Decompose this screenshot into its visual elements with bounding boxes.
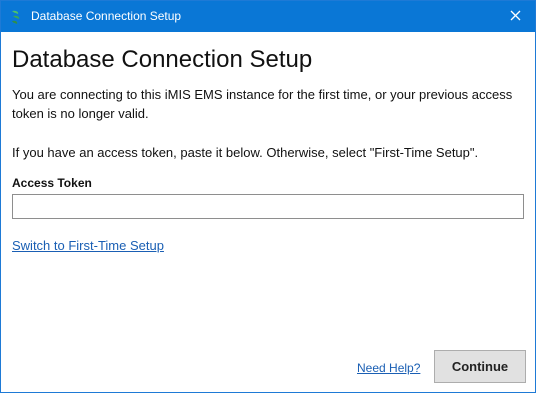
description-text: You are connecting to this iMIS EMS inst…: [12, 87, 513, 121]
close-button[interactable]: [495, 1, 535, 32]
access-token-input[interactable]: [12, 194, 524, 219]
app-leaf-icon: [9, 9, 23, 25]
need-help-link[interactable]: Need Help?: [357, 360, 420, 376]
switch-to-first-time-setup-link[interactable]: Switch to First-Time Setup: [12, 238, 164, 254]
continue-button[interactable]: Continue: [434, 350, 526, 383]
title-bar[interactable]: Database Connection Setup: [1, 1, 535, 32]
dialog-window: Database Connection Setup Database Conne…: [0, 0, 536, 393]
instruction-text: If you have an access token, paste it be…: [12, 145, 479, 160]
access-token-label: Access Token: [12, 176, 92, 190]
window-title: Database Connection Setup: [31, 9, 182, 23]
page-title: Database Connection Setup: [12, 46, 313, 73]
close-icon: [510, 8, 521, 26]
